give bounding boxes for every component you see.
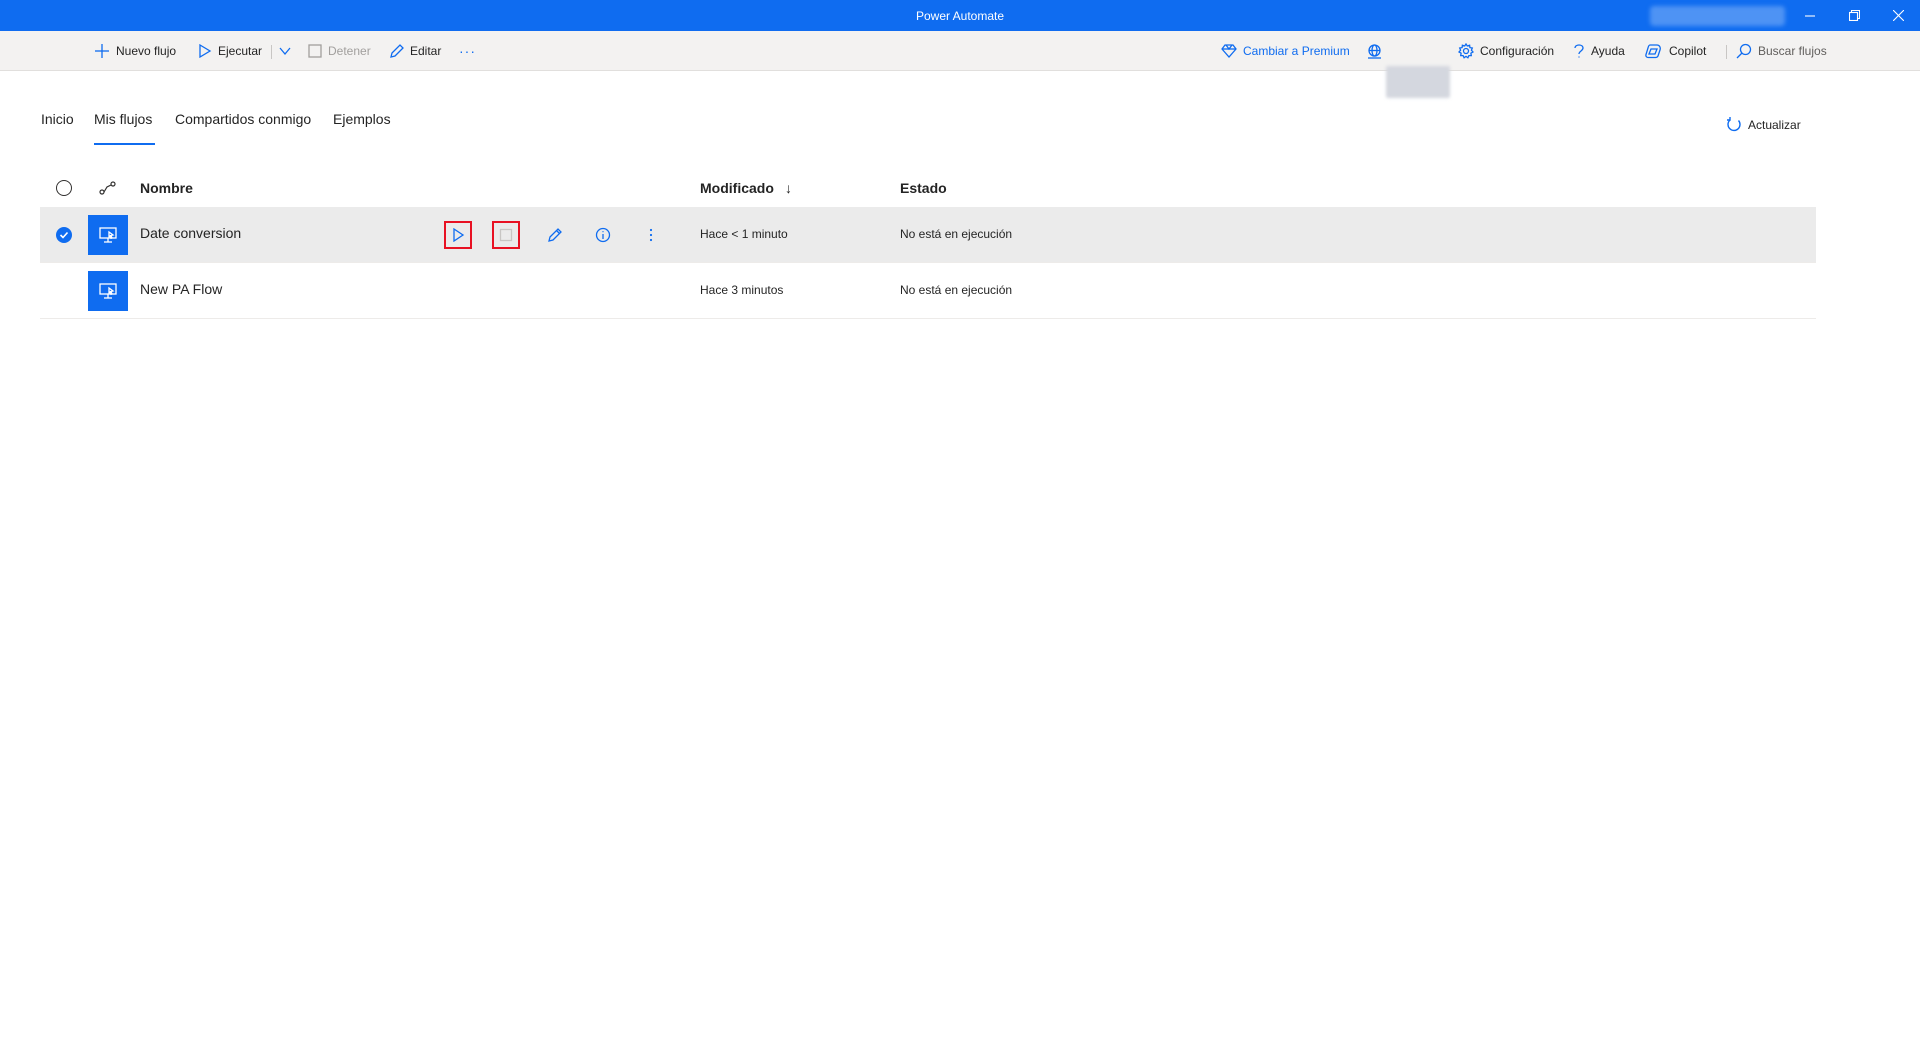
edit-flow-button[interactable] (541, 221, 569, 249)
flow-name[interactable]: New PA Flow (140, 281, 222, 297)
run-button[interactable]: Ejecutar (198, 31, 262, 71)
refresh-button[interactable]: Actualizar (1726, 117, 1801, 133)
active-tab-indicator (94, 143, 155, 145)
settings-label: Configuración (1480, 44, 1555, 58)
chevron-down-icon (279, 47, 291, 56)
desktop-flow-icon (88, 215, 128, 255)
table-header: Nombre Modificado ↓ Estado (40, 170, 1816, 206)
refresh-icon (1727, 117, 1741, 132)
edit-label: Editar (410, 44, 442, 58)
pencil-icon (390, 43, 404, 58)
search-icon (1736, 43, 1752, 59)
stop-icon (308, 44, 322, 58)
play-icon (199, 44, 212, 58)
more-vertical-icon (649, 228, 653, 242)
pencil-icon (548, 228, 562, 242)
run-dropdown-button[interactable] (278, 31, 292, 71)
checkmark-icon (59, 231, 69, 239)
question-icon (1574, 44, 1584, 58)
select-all-checkbox[interactable] (56, 180, 72, 196)
gear-icon (1458, 43, 1474, 59)
run-label: Ejecutar (218, 44, 263, 58)
modified-time: Hace 3 minutos (700, 283, 784, 297)
more-options-button[interactable]: ··· (459, 31, 476, 71)
tab-ejemplos[interactable]: Ejemplos (333, 111, 391, 127)
column-header-status[interactable]: Estado (900, 180, 947, 196)
column-header-name[interactable]: Nombre (140, 180, 193, 196)
more-label: ··· (459, 43, 476, 59)
copilot-button[interactable]: Copilot (1645, 31, 1706, 71)
tab-compartidos-conmigo[interactable]: Compartidos conmigo (175, 111, 311, 127)
settings-button[interactable]: Configuración (1458, 31, 1554, 71)
premium-button[interactable]: Cambiar a Premium (1221, 31, 1350, 71)
stop-flow-button[interactable] (492, 221, 520, 249)
tab-mis-flujos[interactable]: Mis flujos (94, 111, 152, 127)
stop-label: Detener (328, 44, 371, 58)
environment-button[interactable] (1367, 31, 1382, 71)
globe-icon (1368, 43, 1381, 59)
stop-icon (499, 228, 513, 242)
divider (271, 45, 272, 59)
flow-details-button[interactable] (589, 221, 617, 249)
column-header-modified[interactable]: Modificado (700, 180, 774, 196)
window-title: Power Automate (915, 9, 1005, 23)
premium-label: Cambiar a Premium (1243, 44, 1350, 58)
new-flow-label: Nuevo flujo (116, 44, 177, 58)
run-flow-button[interactable] (444, 221, 472, 249)
flow-name[interactable]: Date conversion (140, 225, 241, 241)
modified-time: Hace < 1 minuto (700, 227, 788, 241)
help-label: Ayuda (1591, 44, 1625, 58)
play-icon (453, 228, 465, 242)
close-icon[interactable] (1876, 0, 1920, 31)
flow-status: No está en ejecución (900, 283, 1013, 297)
command-bar: Nuevo flujo Ejecutar Detener Editar ··· … (0, 31, 1920, 98)
desktop-flow-icon (88, 271, 128, 311)
restore-icon[interactable] (1832, 0, 1876, 31)
flow-type-icon (99, 181, 116, 195)
tab-inicio[interactable]: Inicio (41, 111, 74, 127)
search-flows[interactable]: Buscar flujos (1736, 31, 1827, 71)
new-flow-button[interactable]: Nuevo flujo (94, 31, 176, 71)
title-bar: Power Automate (0, 0, 1920, 31)
plus-icon (95, 44, 109, 58)
table-row[interactable]: New PA Flow Hace 3 minutos No está en ej… (40, 263, 1816, 319)
row-checkbox-checked[interactable] (56, 227, 72, 243)
minimize-icon[interactable] (1788, 0, 1832, 31)
divider (1726, 45, 1727, 59)
refresh-label: Actualizar (1748, 118, 1801, 132)
help-button[interactable]: Ayuda (1573, 31, 1625, 71)
sort-descending-icon[interactable]: ↓ (785, 180, 792, 196)
table-row[interactable]: Date conversion Hace < 1 minuto No está … (40, 207, 1816, 263)
info-icon (595, 227, 611, 243)
edit-button[interactable]: Editar (389, 31, 441, 71)
copilot-label: Copilot (1669, 44, 1707, 58)
diamond-icon (1221, 44, 1237, 58)
more-actions-button[interactable] (637, 221, 665, 249)
stop-button[interactable]: Detener (308, 31, 371, 71)
account-name-redacted[interactable] (1650, 6, 1785, 26)
flow-status: No está en ejecución (900, 227, 1013, 241)
search-placeholder: Buscar flujos (1758, 44, 1827, 58)
copilot-icon (1645, 44, 1661, 59)
environment-name-redacted[interactable] (1386, 66, 1450, 98)
